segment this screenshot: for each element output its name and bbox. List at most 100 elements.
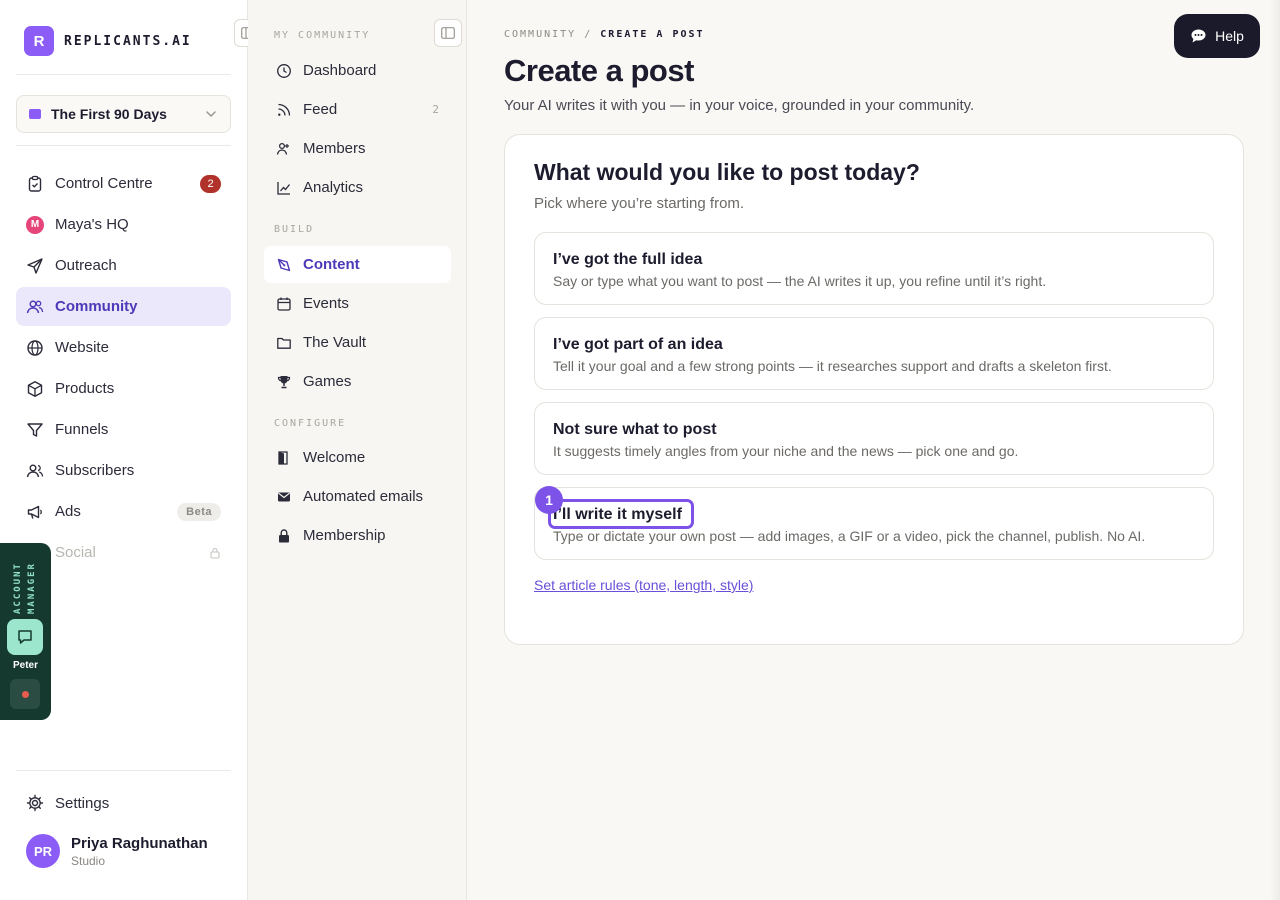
nav-item-subscribers[interactable]: Subscribers [16, 451, 231, 490]
nav-item-label: Games [303, 373, 352, 390]
users-icon [26, 299, 44, 313]
chat-bubble-icon [1191, 29, 1206, 43]
card-title: What would you like to post today? [534, 159, 920, 185]
nav-item-label: Feed [303, 101, 338, 118]
calendar-icon [277, 297, 291, 311]
main-content: COMMUNITY / CREATE A POST Create a post … [468, 0, 1280, 900]
section-label-my-community: MY COMMUNITY [274, 30, 371, 41]
nav-item-label: Ads [55, 503, 81, 520]
nav-item-games[interactable]: Games [264, 363, 451, 400]
article-rules-link[interactable]: Set article rules (tone, length, style) [534, 577, 753, 593]
nav-item-label: Dashboard [303, 62, 377, 79]
send-icon [27, 257, 43, 274]
nav-item-label: Control Centre [55, 175, 153, 192]
nav-item-label: Events [303, 295, 349, 312]
gear-icon [26, 794, 44, 812]
nav-item-website[interactable]: Website [16, 328, 231, 367]
option-description: Type or dictate your own post — add imag… [553, 528, 1146, 544]
collapse-community-sidebar-button[interactable] [434, 19, 462, 47]
nav-item-ads[interactable]: Ads Beta [16, 492, 231, 531]
notification-badge: 2 [200, 174, 221, 193]
members-icon [276, 142, 289, 155]
brand[interactable]: R REPLICANTS.AI [24, 26, 192, 56]
help-label: Help [1215, 28, 1244, 44]
option-write-myself[interactable]: I’ll write it myself Type or dictate you… [534, 486, 1214, 560]
settings-label: Settings [55, 794, 110, 812]
nav-item-label: Social [55, 544, 96, 561]
primary-nav: Control Centre 2 M Maya's HQ Outreach Co… [16, 164, 231, 574]
workspace-selector[interactable]: The First 90 Days [16, 95, 231, 133]
breadcrumb: COMMUNITY / CREATE A POST [504, 29, 705, 40]
nav-item-the-vault[interactable]: The Vault [264, 324, 451, 361]
pen-tool-icon [277, 258, 291, 271]
chart-line-icon [277, 181, 291, 195]
account-manager-chat-button[interactable] [7, 619, 43, 655]
option-description: Tell it your goal and a few strong point… [553, 358, 1112, 374]
record-dot-icon [21, 690, 29, 698]
breadcrumb-parent[interactable]: COMMUNITY [504, 29, 576, 40]
nav-item-outreach[interactable]: Outreach [16, 246, 231, 285]
nav-item-control-centre[interactable]: Control Centre 2 [16, 164, 231, 203]
nav-item-feed[interactable]: Feed 2 [264, 91, 451, 128]
nav-item-label: Funnels [55, 421, 109, 438]
nav-item-funnels[interactable]: Funnels [16, 410, 231, 449]
megaphone-icon [27, 505, 42, 519]
nav-item-content[interactable]: Content [264, 246, 451, 283]
account-manager-name: Peter [12, 660, 38, 671]
post-type-card: What would you like to post today? Pick … [504, 134, 1244, 645]
nav-item-label: Automated emails [303, 488, 424, 505]
nav-item-members[interactable]: Members [264, 130, 451, 167]
option-part-idea[interactable]: I’ve got part of an idea Tell it your go… [534, 317, 1214, 390]
nav-item-label: Website [55, 339, 109, 356]
nav-item-products[interactable]: Products [16, 369, 231, 408]
record-button[interactable] [10, 679, 40, 709]
lock-icon [210, 547, 220, 559]
nav-item-label: Subscribers [55, 462, 135, 479]
user-group-icon [26, 464, 44, 477]
maya-avatar-icon: M [26, 215, 44, 234]
brand-name: REPLICANTS.AI [64, 33, 192, 49]
page-subtitle: Your AI writes it with you — in your voi… [504, 97, 975, 114]
divider [16, 145, 231, 146]
nav-item-welcome[interactable]: Welcome [264, 439, 451, 476]
nav-item-membership[interactable]: Membership [264, 517, 451, 554]
option-title: I’ve got the full idea [553, 251, 703, 268]
feed-count: 2 [432, 103, 439, 116]
breadcrumb-separator: / [584, 29, 593, 40]
nav-item-label: Members [303, 140, 366, 157]
nav-item-label: The Vault [303, 334, 367, 351]
workspace-icon [29, 109, 41, 119]
user-text: Priya Raghunathan Studio [71, 835, 208, 868]
folder-icon [277, 337, 291, 349]
settings-link[interactable]: Settings [26, 794, 109, 812]
envelope-icon [278, 492, 290, 501]
option-not-sure[interactable]: Not sure what to post It suggests timely… [534, 402, 1214, 475]
user-profile[interactable]: PR Priya Raghunathan Studio [26, 834, 208, 868]
nav-item-community[interactable]: Community [16, 287, 231, 326]
help-button[interactable]: Help [1174, 14, 1260, 58]
workspace-name: The First 90 Days [51, 106, 167, 122]
option-full-idea[interactable]: I’ve got the full idea Say or type what … [534, 232, 1214, 305]
nav-item-label: Community [55, 298, 138, 315]
nav-item-analytics[interactable]: Analytics [264, 169, 451, 206]
user-name: Priya Raghunathan [71, 834, 208, 852]
account-manager-label: ACCOUNT MANAGER [13, 562, 37, 614]
user-plan: Studio [71, 853, 106, 868]
tour-highlight [548, 499, 694, 529]
beta-badge: Beta [177, 502, 221, 521]
nav-item-label: Products [55, 380, 115, 397]
box-icon [27, 380, 43, 397]
avatar: PR [26, 834, 60, 868]
nav-item-label: Welcome [303, 449, 366, 466]
sidebar-toggle-icon [441, 27, 455, 39]
nav-item-dashboard[interactable]: Dashboard [264, 52, 451, 89]
nav-item-label: Analytics [303, 179, 364, 196]
trophy-icon [277, 375, 291, 388]
nav-item-events[interactable]: Events [264, 285, 451, 322]
option-title: I’ve got part of an idea [553, 336, 723, 353]
nav-item-mayas-hq[interactable]: M Maya's HQ [16, 205, 231, 244]
account-manager-widget: ACCOUNT MANAGER Peter [0, 543, 51, 720]
section-label-configure: CONFIGURE [274, 418, 347, 429]
nav-item-automated-emails[interactable]: Automated emails [264, 478, 451, 515]
brand-logo-icon: R [24, 26, 54, 56]
